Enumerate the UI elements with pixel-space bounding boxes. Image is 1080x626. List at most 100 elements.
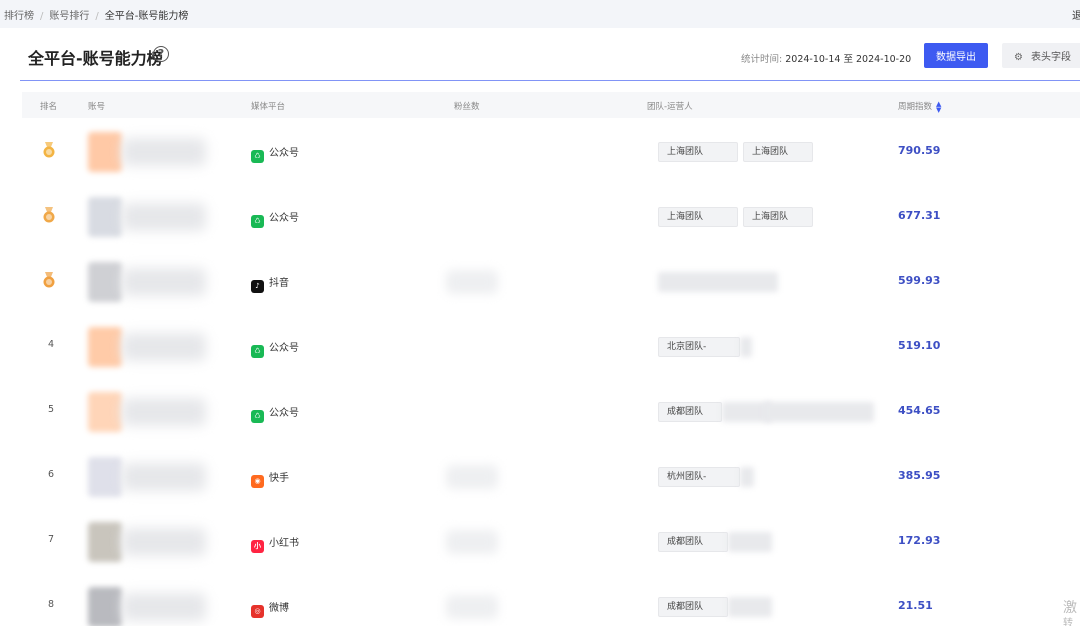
- account-name-blurred[interactable]: [122, 138, 206, 166]
- account-name-blurred[interactable]: [122, 593, 206, 621]
- watermark-line-1: 激: [1063, 600, 1077, 616]
- fans-count-blurred: [446, 595, 498, 619]
- operator-blurred: [740, 467, 754, 487]
- platform-cell: ◉ 快手: [251, 469, 289, 488]
- table-row[interactable]: 7 小小红书 成都团队 172.93: [22, 510, 1080, 575]
- avatar[interactable]: [88, 132, 122, 172]
- table-row[interactable]: 5 ♺ 公众号 成都团队 454.65: [22, 380, 1080, 445]
- avatar[interactable]: [88, 522, 122, 562]
- table-row[interactable]: 8 ◎ 微博 成都团队 21.51: [22, 575, 1080, 626]
- account-name-blurred[interactable]: [122, 203, 206, 231]
- platform-cell: ♺ 公众号: [251, 144, 299, 163]
- period-index-value: 599.93: [898, 274, 941, 287]
- xiaohongshu-icon: 小: [251, 540, 264, 553]
- team-tag: 上海团队: [743, 142, 813, 162]
- wechat-icon: ♺: [251, 150, 264, 163]
- avatar[interactable]: [88, 197, 122, 237]
- platform-name: 公众号: [269, 408, 299, 419]
- operator-blurred: [740, 337, 752, 357]
- medal-icon: [43, 142, 55, 158]
- period-index-value: 172.93: [898, 534, 941, 547]
- breadcrumb-item-current: 全平台-账号能力榜: [104, 11, 189, 22]
- table-fields-label: 表头字段: [1030, 52, 1071, 63]
- rank-number: 7: [47, 534, 55, 545]
- douyin-icon: ♪: [251, 280, 264, 293]
- platform-name: 公众号: [269, 213, 299, 224]
- top-right-link[interactable]: 退: [1072, 7, 1080, 22]
- account-name-blurred[interactable]: [122, 463, 206, 491]
- platform-name: 公众号: [269, 343, 299, 354]
- table-row[interactable]: ♺ 公众号 上海团队 上海团队 677.31: [22, 185, 1080, 250]
- platform-cell: ♺ 公众号: [251, 209, 299, 228]
- top-bar: 排行榜 / 账号排行 / 全平台-账号能力榜 退: [0, 0, 1080, 28]
- medal-icon: [43, 272, 55, 288]
- team-tag: 上海团队: [658, 142, 738, 162]
- platform-cell: ♺ 公众号: [251, 404, 299, 423]
- rank-number: 6: [47, 469, 55, 480]
- platform-cell: 小小红书: [251, 534, 299, 553]
- column-header-account: 账号: [88, 102, 106, 112]
- column-header-platform: 媒体平台: [251, 102, 286, 112]
- stat-time-value: 2024-10-14 至 2024-10-20: [785, 54, 912, 65]
- account-name-blurred[interactable]: [122, 333, 206, 361]
- column-header-rank: 排名: [40, 102, 58, 112]
- gear-icon: ⚙: [1014, 52, 1023, 63]
- period-index-value: 21.51: [898, 599, 933, 612]
- platform-cell: ◎ 微博: [251, 599, 289, 618]
- stat-time: 统计时间: 2024-10-14 至 2024-10-20: [741, 51, 911, 65]
- avatar[interactable]: [88, 392, 122, 432]
- breadcrumb-separator: /: [40, 11, 44, 22]
- account-name-blurred[interactable]: [122, 528, 206, 556]
- fans-count-blurred: [446, 530, 498, 554]
- breadcrumb: 排行榜 / 账号排行 / 全平台-账号能力榜: [4, 7, 188, 22]
- ranking-card: 全平台-账号能力榜 ? 统计时间: 2024-10-14 至 2024-10-2…: [0, 28, 1080, 626]
- column-header-fans: 粉丝数: [454, 102, 480, 112]
- team-tag: 成都团队: [658, 402, 722, 422]
- platform-cell: ♺ 公众号: [251, 339, 299, 358]
- avatar[interactable]: [88, 587, 122, 626]
- platform-name: 抖音: [269, 278, 289, 289]
- team-tag-blurred: [658, 272, 778, 292]
- rank-number: 8: [47, 599, 55, 610]
- fans-count-blurred: [446, 465, 498, 489]
- period-index-value: 677.31: [898, 209, 941, 222]
- question-circle-icon[interactable]: ?: [153, 46, 169, 62]
- table-row[interactable]: 6 ◉ 快手 杭州团队- 385.95: [22, 445, 1080, 510]
- team-tag: 成都团队: [658, 597, 728, 617]
- column-header-period-index[interactable]: 周期指数 ▲ ▼: [898, 100, 941, 113]
- title-divider: [20, 80, 1080, 81]
- breadcrumb-item-account-ranking[interactable]: 账号排行: [49, 7, 89, 22]
- wechat-icon: ♺: [251, 410, 264, 423]
- period-index-value: 519.10: [898, 339, 941, 352]
- watermark-line-2: 转: [1063, 618, 1073, 626]
- period-index-label: 周期指数: [898, 102, 933, 112]
- operator-blurred: [728, 532, 772, 552]
- avatar[interactable]: [88, 457, 122, 497]
- avatar[interactable]: [88, 262, 122, 302]
- table-row[interactable]: ♪ 抖音 599.93: [22, 250, 1080, 315]
- operator-blurred: [728, 597, 772, 617]
- sort-icon[interactable]: ▲ ▼: [936, 100, 941, 113]
- column-header-team-operator: 团队-运营人: [647, 102, 693, 112]
- breadcrumb-item-ranking[interactable]: 排行榜: [4, 7, 34, 22]
- period-index-value: 385.95: [898, 469, 941, 482]
- platform-name: 小红书: [269, 538, 299, 549]
- table-row[interactable]: 4 ♺ 公众号 北京团队- 519.10: [22, 315, 1080, 380]
- export-data-button[interactable]: 数据导出: [924, 43, 988, 68]
- platform-cell: ♪ 抖音: [251, 274, 289, 293]
- rank-number: 4: [47, 339, 55, 350]
- table-fields-button[interactable]: ⚙ 表头字段: [1002, 43, 1080, 68]
- account-name-blurred[interactable]: [122, 268, 206, 296]
- wechat-icon: ♺: [251, 345, 264, 358]
- team-tag: 上海团队: [743, 207, 813, 227]
- table-header: 排名 账号 媒体平台 粉丝数 团队-运营人 周期指数 ▲ ▼: [22, 92, 1080, 118]
- breadcrumb-separator: /: [95, 11, 99, 22]
- rank-number: 5: [47, 404, 55, 415]
- weibo-icon: ◎: [251, 605, 264, 618]
- table-row[interactable]: ♺ 公众号 上海团队 上海团队 790.59: [22, 120, 1080, 185]
- avatar[interactable]: [88, 327, 122, 367]
- page-title: 全平台-账号能力榜: [28, 49, 163, 68]
- team-tag: 成都团队: [658, 532, 728, 552]
- account-name-blurred[interactable]: [122, 398, 206, 426]
- team-tag: 上海团队: [658, 207, 738, 227]
